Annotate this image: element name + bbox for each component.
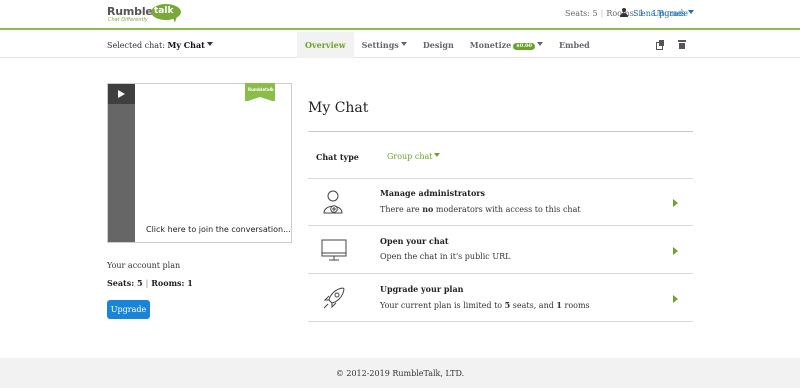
chat-preview[interactable]: Rumbletalk Click here to join the conver… xyxy=(107,83,292,243)
option-title: Open your chat xyxy=(380,236,449,246)
separator: | xyxy=(600,9,604,18)
desc-bold: 1 xyxy=(556,300,562,310)
chevron-right-icon xyxy=(673,295,678,303)
chat-type-dropdown[interactable]: Group chat xyxy=(387,152,441,161)
chat-type-label: Chat type xyxy=(316,152,359,162)
chevron-down-icon xyxy=(434,153,441,157)
tab-design[interactable]: Design xyxy=(415,32,462,58)
trash-icon[interactable] xyxy=(678,40,687,49)
monitor-icon xyxy=(321,239,347,261)
chat-type-value: Group chat xyxy=(387,152,433,161)
desc-part: There are xyxy=(380,205,420,214)
desc-bold: 5 xyxy=(504,300,511,310)
tab-label: Design xyxy=(422,40,454,50)
join-conversation-link[interactable]: Click here to join the conversation... xyxy=(146,225,291,234)
tab-label: Monetize xyxy=(469,40,512,50)
tab-label: Settings xyxy=(361,40,399,50)
selected-chat-value: My Chat xyxy=(167,40,205,50)
desc-part: seats, and xyxy=(512,301,554,310)
option-description: There are no moderators with access to t… xyxy=(380,204,581,214)
chevron-down-icon xyxy=(400,42,407,46)
page-title: My Chat xyxy=(308,100,369,116)
logo-tagline: Chat Differently xyxy=(108,17,148,23)
upgrade-button[interactable]: Upgrade xyxy=(107,300,150,319)
account-plan-label: Your account plan xyxy=(107,261,181,270)
plan-seats: Seats: 5 xyxy=(107,278,143,288)
footer: © 2012-2019 RumbleTalk, LTD. xyxy=(0,358,800,388)
top-bar: Rumble Chat Differently talk Seats: 5 | Ro… xyxy=(0,0,800,30)
rumbletalk-logo[interactable]: Rumble Chat Differently talk xyxy=(107,3,181,27)
chevron-down-icon xyxy=(206,42,213,46)
rumbletalk-ribbon: Rumbletalk xyxy=(245,83,275,102)
tab-bar: Overview Settings Design Monetize $0.00 E… xyxy=(297,32,598,58)
user-icon xyxy=(620,8,628,17)
balance-badge: $0.00 xyxy=(513,43,535,50)
preview-sidebar xyxy=(108,84,135,242)
tab-embed[interactable]: Embed xyxy=(551,32,598,58)
seats-count: Seats: 5 xyxy=(564,9,598,18)
desc-part: moderators with access to this chat xyxy=(435,205,581,214)
divider xyxy=(308,131,693,132)
chevron-down-icon xyxy=(687,10,694,14)
admin-user-icon xyxy=(323,190,343,214)
option-description: Your current plan is limited to 5 seats,… xyxy=(380,300,590,310)
tab-label: Embed xyxy=(558,40,590,50)
plan-rooms: Rooms: 1 xyxy=(151,278,193,288)
user-name: Siena Romes xyxy=(633,9,686,18)
account-plan-values: Seats: 5 | Rooms: 1 xyxy=(107,278,193,288)
copy-icon[interactable] xyxy=(656,40,665,50)
tab-monetize[interactable]: Monetize $0.00 xyxy=(462,32,551,58)
chevron-down-icon xyxy=(536,42,543,46)
tab-overview[interactable]: Overview xyxy=(297,32,354,58)
logo-bubble: talk xyxy=(151,4,181,20)
copyright-text: © 2012-2019 RumbleTalk, LTD. xyxy=(335,369,465,378)
upgrade-plan-option[interactable]: Upgrade your plan Your current plan is l… xyxy=(308,275,693,322)
option-title: Manage administrators xyxy=(380,188,485,198)
chevron-right-icon xyxy=(673,199,678,207)
option-title: Upgrade your plan xyxy=(380,284,464,294)
manage-administrators-option[interactable]: Manage administrators There are no moder… xyxy=(308,179,693,226)
user-menu[interactable]: Siena Romes xyxy=(620,8,694,18)
separator: | xyxy=(145,279,149,288)
sub-navigation: Selected chat: My Chat Overview Settings… xyxy=(0,32,800,58)
play-icon[interactable] xyxy=(118,90,125,98)
desc-part: rooms xyxy=(564,301,590,310)
chat-selector[interactable]: Selected chat: My Chat xyxy=(107,40,213,50)
chevron-right-icon xyxy=(673,247,678,255)
option-description: Open the chat in it's public URL xyxy=(380,252,511,261)
desc-part: Your current plan is limited to xyxy=(380,301,503,310)
logo-bubble-text: talk xyxy=(154,6,174,16)
ribbon-text: Rumbletalk xyxy=(248,87,274,92)
tab-settings[interactable]: Settings xyxy=(354,32,415,58)
tab-label: Overview xyxy=(305,40,346,50)
rocket-icon xyxy=(323,287,345,309)
selected-chat-label: Selected chat: xyxy=(107,41,165,50)
open-chat-option[interactable]: Open your chat Open the chat in it's pub… xyxy=(308,227,693,274)
desc-bold: no xyxy=(422,204,434,214)
